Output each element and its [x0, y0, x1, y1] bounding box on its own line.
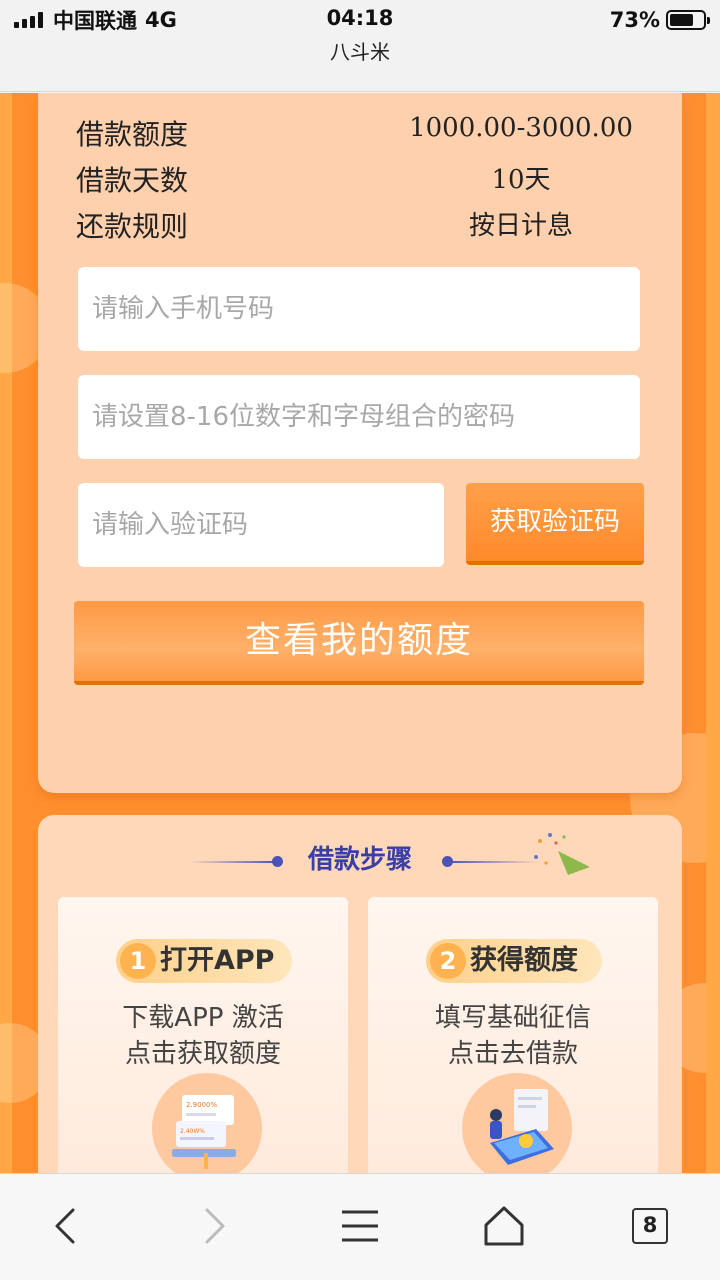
battery-icon — [666, 10, 710, 30]
step-desc-line: 点击去借款 — [447, 1039, 578, 1069]
step-desc-line: 下载APP 激活 — [122, 1003, 284, 1033]
info-value: 按日计息 — [468, 211, 573, 241]
tabs-button[interactable]: 8 — [620, 1196, 680, 1256]
menu-icon — [342, 1210, 378, 1242]
info-row-days: 借款天数 10天 — [76, 159, 636, 199]
info-row-rule: 还款规则 按日计息 — [76, 205, 636, 245]
menu-button[interactable] — [330, 1196, 390, 1256]
step-desc-line: 填写基础征信 — [434, 1003, 591, 1033]
forward-icon — [205, 1208, 225, 1244]
battery-fill — [670, 14, 694, 26]
get-limit-illustration — [462, 1073, 572, 1173]
info-label: 还款规则 — [76, 210, 189, 243]
confetti-icon — [534, 833, 590, 875]
status-right: 73% — [609, 6, 710, 34]
browser-toolbar: 8 — [0, 1173, 720, 1280]
phone-input[interactable] — [78, 267, 640, 351]
back-icon — [55, 1208, 75, 1244]
illus-amount-1: 2.9000% — [186, 1101, 217, 1109]
step-pill: 1 打开APP — [116, 939, 292, 983]
step-desc-line: 点击获取额度 — [124, 1039, 281, 1069]
home-button[interactable] — [474, 1196, 534, 1256]
phone-coin-illustration-icon — [490, 1089, 554, 1165]
battery-percent: 73% — [609, 8, 660, 32]
verification-code-input[interactable] — [78, 483, 444, 567]
page-content[interactable]: 借款额度 1000.00-3000.00 借款天数 10天 还款规则 按日计息 … — [0, 93, 720, 1173]
site-title: 八斗米 — [330, 40, 390, 64]
step-number: 2 — [430, 943, 466, 979]
open-app-illustration: 2.9000% 2.40W% — [152, 1073, 262, 1173]
info-label: 借款额度 — [76, 118, 189, 151]
step-pill: 2 获得额度 — [426, 939, 602, 983]
get-code-button[interactable]: 获取验证码 — [466, 483, 644, 565]
title-deco-line — [448, 861, 538, 863]
step-card-2: 2 获得额度 填写基础征信 点击去借款 — [368, 897, 658, 1173]
tabs-icon: 8 — [632, 1208, 668, 1244]
status-bar: 中国联通 4G 04:18 八斗米 73% — [0, 0, 720, 92]
password-input[interactable] — [78, 375, 640, 459]
info-value: 1000.00-3000.00 — [409, 113, 633, 143]
info-row-amount: 借款额度 1000.00-3000.00 — [76, 113, 636, 153]
document-illustration-icon: 2.9000% 2.40W% — [172, 1095, 236, 1169]
home-icon — [484, 1206, 524, 1246]
loan-steps-card: 借款步骤 1 打开APP 下载APP 激活 点击获取额度 2.9000% 2.4… — [38, 815, 682, 1173]
forward-button[interactable] — [184, 1196, 244, 1256]
info-value: 10天 — [491, 165, 551, 195]
info-label: 借款天数 — [76, 164, 189, 197]
step-number: 1 — [120, 943, 156, 979]
step-name: 打开APP — [160, 945, 275, 976]
step-name: 获得额度 — [470, 945, 578, 976]
back-button[interactable] — [36, 1196, 96, 1256]
step-card-1: 1 打开APP 下载APP 激活 点击获取额度 2.9000% 2.40W% — [58, 897, 348, 1173]
illus-amount-2: 2.40W% — [180, 1128, 205, 1135]
loan-form-card: 借款额度 1000.00-3000.00 借款天数 10天 还款规则 按日计息 … — [38, 93, 682, 793]
check-limit-button[interactable]: 查看我的额度 — [74, 601, 644, 685]
